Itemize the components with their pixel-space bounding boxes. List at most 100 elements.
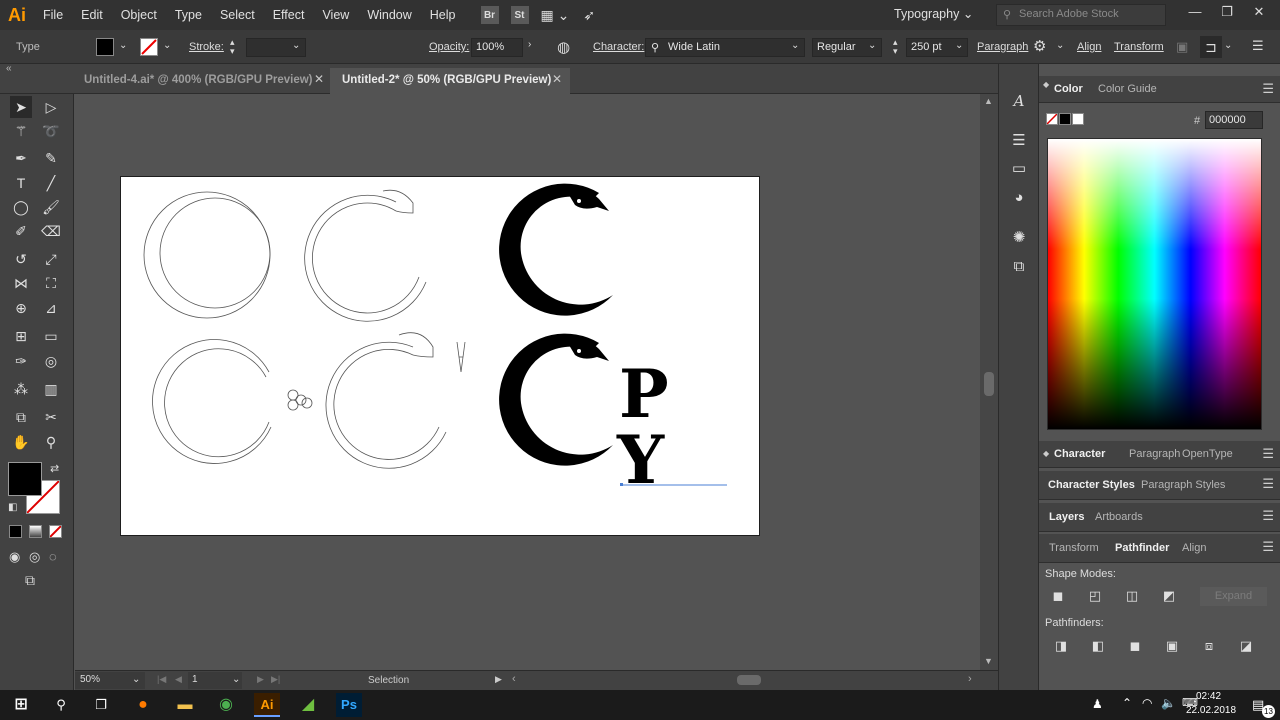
direct-selection-tool-icon[interactable]: ▷ (40, 96, 62, 118)
task-view-icon[interactable]: ❐ (88, 693, 114, 717)
next-artboard-icon[interactable]: ▶ (257, 674, 264, 685)
unite-icon[interactable]: ◼ (1050, 588, 1066, 604)
line-tool-icon[interactable]: ╱ (40, 172, 62, 194)
appearance-panel-icon[interactable]: ✺ (1009, 228, 1029, 248)
perspective-grid-tool-icon[interactable]: ⊿ (40, 297, 62, 319)
small-circles[interactable] (287, 389, 313, 411)
none-color-icon[interactable] (1046, 113, 1058, 125)
tab-character-styles[interactable]: Character Styles (1048, 479, 1135, 491)
ellipse-tool-icon[interactable]: ◯ (10, 196, 32, 218)
font-family-field[interactable]: ⚲ Wide Latin (645, 38, 805, 57)
last-artboard-icon[interactable]: ▶| (271, 674, 280, 685)
magic-wand-tool-icon[interactable]: ⚚ (10, 120, 32, 142)
type-tool-icon[interactable]: T (10, 172, 32, 194)
scroll-up-icon[interactable]: ▲ (984, 96, 993, 106)
layers-panel-menu-icon[interactable]: ☰ (1262, 508, 1274, 524)
tab-color[interactable]: Color (1054, 83, 1083, 95)
close-tab-icon[interactable]: ✕ (314, 72, 324, 86)
paragraph-link[interactable]: Paragraph (977, 41, 1028, 53)
menu-panel-icon[interactable]: ☰ (1009, 131, 1029, 151)
swap-colors-icon[interactable]: ⇄ (50, 462, 59, 475)
prev-artboard-icon[interactable]: ◀ (175, 674, 182, 685)
font-size-stepper-icon[interactable]: ▴ ▾ (893, 38, 898, 56)
minus-back-icon[interactable]: ◪ (1238, 638, 1254, 654)
character-panel-menu-icon[interactable]: ☰ (1262, 446, 1274, 462)
arrange-icon[interactable]: ⊐ (1200, 36, 1222, 58)
gpu-performance-icon[interactable]: ➶ (583, 7, 595, 24)
blend-tool-icon[interactable]: ◎ (40, 350, 62, 372)
color-mode-icon[interactable] (9, 525, 22, 538)
menu-type[interactable]: Type (166, 0, 211, 30)
graphic-styles-panel-icon[interactable]: ⧉ (1009, 257, 1029, 277)
outline-snake-c-2[interactable] (325, 332, 466, 469)
stroke-weight-chevron-icon[interactable]: ⌄ (292, 40, 300, 51)
tab-layers[interactable]: Layers (1049, 511, 1084, 523)
tab-pathfinder[interactable]: Pathfinder (1115, 542, 1169, 554)
stroke-stepper-icon[interactable]: ▴ ▾ (230, 38, 235, 56)
selection-tool-icon[interactable]: ➤ (10, 96, 32, 118)
gradient-mode-icon[interactable] (29, 525, 42, 538)
curvature-tool-icon[interactable]: ✎ (40, 147, 62, 169)
people-icon[interactable]: ♟ (1092, 697, 1103, 711)
outline-crescent[interactable] (152, 339, 272, 464)
tab-paragraph-styles[interactable]: Paragraph Styles (1141, 479, 1225, 491)
minus-front-icon[interactable]: ◰ (1087, 588, 1103, 604)
tab-align[interactable]: Align (1182, 542, 1206, 554)
outline-circles[interactable] (143, 191, 271, 319)
intersect-icon[interactable]: ◫ (1124, 588, 1140, 604)
draw-normal-icon[interactable]: ◉ (9, 549, 20, 565)
scroll-thumb[interactable] (984, 372, 994, 396)
default-colors-icon[interactable]: ◧ (8, 502, 17, 513)
menu-view[interactable]: View (313, 0, 358, 30)
exclude-icon[interactable]: ◩ (1161, 588, 1177, 604)
color-panel-menu-icon[interactable]: ☰ (1262, 81, 1274, 97)
gradient-panel-icon[interactable]: ▭ (1009, 159, 1029, 179)
search-stock-input[interactable]: ⚲ Search Adobe Stock (996, 4, 1166, 26)
touch-type-icon[interactable]: ⚙ (1033, 37, 1046, 55)
transparency-panel-icon[interactable]: ◕ (1009, 188, 1029, 208)
scale-tool-icon[interactable]: ⤢ (40, 248, 62, 270)
artboard-chevron-icon[interactable]: ⌄ (232, 674, 240, 685)
paintbrush-tool-icon[interactable]: 🖌 (40, 196, 62, 218)
illustrator-taskbar-icon[interactable]: Ai (254, 693, 280, 717)
shaper-tool-icon[interactable]: ✐ (10, 220, 32, 242)
trim-icon[interactable]: ◧ (1090, 638, 1106, 654)
opacity-label[interactable]: Opacity: (429, 41, 469, 53)
wifi-icon[interactable]: ◠ (1142, 696, 1152, 710)
current-tool-label[interactable]: Selection (368, 675, 409, 686)
align-link[interactable]: Align (1077, 41, 1101, 53)
menu-help[interactable]: Help (421, 0, 465, 30)
firefox-icon[interactable]: ● (130, 693, 156, 717)
scroll-right-icon[interactable]: › (968, 673, 972, 685)
outline-icon[interactable]: ⧈ (1201, 638, 1217, 654)
vertical-scrollbar[interactable]: ▲ ▼ (980, 94, 998, 670)
mesh-tool-icon[interactable]: ⊞ (10, 325, 32, 347)
volume-icon[interactable]: 🔈 (1161, 696, 1176, 710)
black-color-icon[interactable] (1059, 113, 1071, 125)
artboard[interactable]: P Y (120, 176, 760, 536)
none-mode-icon[interactable] (49, 525, 62, 538)
tab-artboards[interactable]: Artboards (1095, 511, 1143, 523)
tab-untitled-2[interactable]: Untitled-2* @ 50% (RGB/GPU Preview) (330, 68, 570, 94)
width-tool-icon[interactable]: ⋈ (10, 272, 32, 294)
tab-paragraph[interactable]: Paragraph (1129, 448, 1180, 460)
stock-button[interactable]: St (510, 6, 529, 24)
zoom-chevron-icon[interactable]: ⌄ (132, 674, 140, 685)
fill-chevron-icon[interactable]: ⌄ (119, 40, 127, 51)
touch-type-chevron-icon[interactable]: ⌄ (1056, 40, 1064, 51)
stroke-swatch[interactable] (140, 38, 158, 56)
styles-panel-menu-icon[interactable]: ☰ (1262, 476, 1274, 492)
rotate-tool-icon[interactable]: ↺ (10, 248, 32, 270)
notepad-plus-icon[interactable]: ◢ (295, 693, 321, 717)
clock-time[interactable]: 02:42 (1196, 691, 1221, 702)
arrange-documents-icon[interactable]: ▦ ⌄ (541, 7, 570, 24)
menu-object[interactable]: Object (112, 0, 166, 30)
show-hidden-icons-icon[interactable]: ⌃ (1122, 696, 1132, 710)
character-panel-icon[interactable]: A (1009, 91, 1029, 111)
symbol-sprayer-tool-icon[interactable]: ⁂ (10, 378, 32, 400)
horizontal-scroll-thumb[interactable] (737, 675, 761, 685)
column-graph-tool-icon[interactable]: ▥ (40, 378, 62, 400)
arrange-chevron-icon[interactable]: ⌄ (1224, 40, 1232, 51)
tab-opentype[interactable]: OpenType (1182, 448, 1233, 460)
opacity-arrow-icon[interactable]: › (528, 39, 531, 50)
